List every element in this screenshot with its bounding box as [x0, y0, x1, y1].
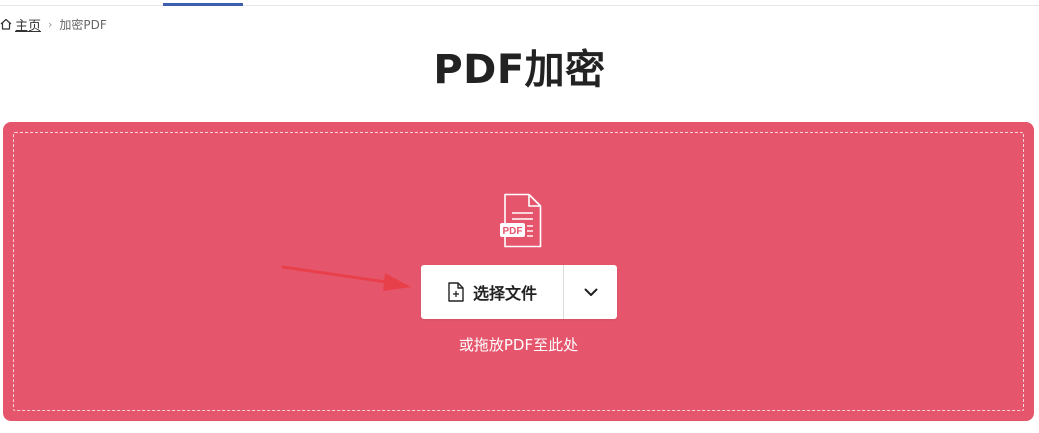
- page-title: PDF加密: [433, 47, 606, 93]
- pdf-file-icon: PDF: [499, 193, 545, 249]
- pdf-badge-text: PDF: [503, 226, 523, 237]
- annotation-arrow: [281, 265, 411, 291]
- choose-file-label: 选择文件: [472, 284, 537, 303]
- drop-hint-text: 或拖放PDF至此处: [458, 336, 579, 354]
- breadcrumb-home-link[interactable]: 主页: [15, 15, 41, 34]
- breadcrumb-current: 加密PDF: [59, 17, 107, 32]
- top-nav-bar: [0, 0, 1039, 6]
- top-nav-active-indicator: [163, 3, 243, 6]
- breadcrumb: 主页 › 加密PDF: [0, 14, 107, 34]
- upload-source-dropdown[interactable]: [563, 265, 617, 319]
- upload-button-group: 选择文件: [421, 265, 617, 319]
- home-icon[interactable]: [0, 18, 12, 30]
- file-drop-zone[interactable]: PDF 选择文件 或拖放PDF至此处: [3, 122, 1034, 421]
- file-add-icon: [448, 282, 464, 302]
- page: 主页 › 加密PDF PDF加密 PDF 选择文件 或拖放PDF至此处: [0, 0, 1039, 433]
- choose-file-button[interactable]: 选择文件: [421, 265, 563, 319]
- breadcrumb-separator: ›: [48, 17, 53, 31]
- chevron-down-icon: [584, 288, 597, 296]
